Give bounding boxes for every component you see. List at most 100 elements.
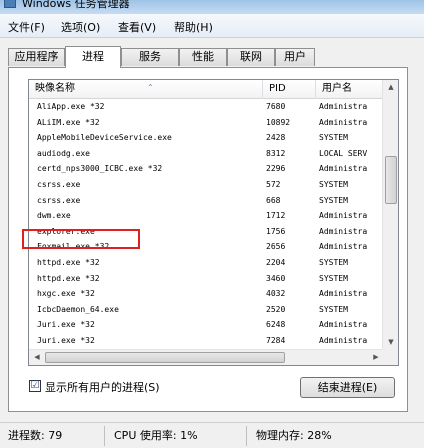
table-row[interactable]: explorer.exe 1756 Administra xyxy=(29,224,384,239)
tab-performance[interactable]: 性能 xyxy=(179,48,227,66)
process-pid: 572 xyxy=(266,180,281,189)
process-user: Administra xyxy=(319,320,368,330)
process-pid: 2656 xyxy=(266,242,286,252)
horizontal-scrollbar[interactable]: ◀ ▶ xyxy=(29,349,384,365)
process-name: csrss.exe xyxy=(37,195,81,205)
process-user: SYSTEM xyxy=(319,180,348,189)
table-row[interactable]: dwm.exe 1712 Administra xyxy=(29,208,384,223)
process-user: SYSTEM xyxy=(319,273,348,283)
table-row[interactable]: audiodg.exe 8312 LOCAL SERV xyxy=(29,146,384,161)
process-name: certd_nps3000_ICBC.exe *32 xyxy=(37,164,163,174)
table-row[interactable]: httpd.exe *32 3460 SYSTEM xyxy=(29,271,384,286)
process-name: dwm.exe xyxy=(37,211,71,221)
process-user: SYSTEM xyxy=(319,133,348,143)
column-pid[interactable]: PID xyxy=(263,80,316,99)
main-area: 应用程序 进程 服务 性能 联网 用户 映像名称 ⌃ PID 用户名 AliAp… xyxy=(0,38,424,422)
status-bar: 进程数: 79 CPU 使用率: 1% 物理内存: 28% xyxy=(0,422,424,448)
status-cpu-usage: CPU 使用率: 1% xyxy=(114,429,198,442)
process-user: Administra xyxy=(319,289,368,299)
scroll-down-icon[interactable]: ▼ xyxy=(384,335,398,350)
tab-processes[interactable]: 进程 xyxy=(65,46,121,68)
table-row[interactable]: csrss.exe 572 SYSTEM xyxy=(29,177,384,192)
vertical-scroll-thumb[interactable] xyxy=(385,156,397,204)
menu-view[interactable]: 查看(V) xyxy=(118,19,156,35)
process-pid: 2204 xyxy=(266,258,286,267)
process-user: Administra xyxy=(319,117,368,127)
process-pid: 7680 xyxy=(266,102,286,111)
process-pid: 10892 xyxy=(266,117,291,127)
table-row[interactable]: Foxmail.exe *32 2656 Administra xyxy=(29,239,384,254)
sort-arrow-icon: ⌃ xyxy=(147,83,154,92)
show-all-checkbox[interactable]: ☑ xyxy=(29,380,41,392)
menu-help[interactable]: 帮助(H) xyxy=(174,19,213,35)
scroll-right-icon[interactable]: ▶ xyxy=(369,350,383,365)
process-pid: 6248 xyxy=(266,320,286,330)
process-pid: 2520 xyxy=(266,304,286,314)
process-pid: 3460 xyxy=(266,273,286,283)
menu-file[interactable]: 文件(F) xyxy=(8,19,45,35)
process-name: hxgc.exe *32 xyxy=(37,289,95,299)
column-user-name[interactable]: 用户名 xyxy=(316,80,384,99)
process-name: httpd.exe *32 xyxy=(37,273,100,283)
tab-users[interactable]: 用户 xyxy=(275,48,315,66)
process-user: Administra xyxy=(319,226,368,236)
scroll-left-icon[interactable]: ◀ xyxy=(30,350,44,365)
table-row[interactable]: AppleMobileDeviceService.exe 2428 SYSTEM xyxy=(29,130,384,145)
menu-options[interactable]: 选项(O) xyxy=(61,19,100,35)
process-pid: 4032 xyxy=(266,289,286,299)
process-user: Administra xyxy=(319,211,368,221)
column-image-name-label: 映像名称 xyxy=(35,83,75,94)
menu-bar: 文件(F) 选项(O) 查看(V) 帮助(H) xyxy=(0,14,424,38)
process-pid: 668 xyxy=(266,195,281,205)
process-user: Administra xyxy=(319,336,368,345)
scroll-corner xyxy=(382,349,398,365)
horizontal-scroll-thumb[interactable] xyxy=(45,352,285,363)
process-name: Juri.exe *32 xyxy=(37,336,95,345)
vertical-scrollbar[interactable]: ▲ ▼ xyxy=(382,80,398,350)
status-memory-usage: 物理内存: 28% xyxy=(256,429,332,442)
process-user: Administra xyxy=(319,164,368,174)
title-bar: Windows 任务管理器 xyxy=(0,0,424,14)
table-row[interactable]: csrss.exe 668 SYSTEM xyxy=(29,193,384,208)
process-user: LOCAL SERV xyxy=(319,148,368,158)
process-list[interactable]: 映像名称 ⌃ PID 用户名 AliApp.exe *32 7680 Adminis… xyxy=(28,79,399,366)
table-row[interactable]: IcbcDaemon_64.exe 2520 SYSTEM xyxy=(29,302,384,317)
process-pid: 2428 xyxy=(266,133,286,143)
status-divider xyxy=(104,426,105,446)
show-all-label: 显示所有用户的进程(S) xyxy=(45,381,160,394)
process-name: Juri.exe *32 xyxy=(37,320,95,330)
table-row[interactable]: ALiIM.exe *32 10892 Administra xyxy=(29,115,384,130)
process-pid: 8312 xyxy=(266,148,286,158)
process-name: ALiIM.exe *32 xyxy=(37,117,100,127)
table-row[interactable]: AliApp.exe *32 7680 Administra xyxy=(29,99,384,114)
table-row[interactable]: Juri.exe *32 6248 Administra xyxy=(29,317,384,332)
process-pid: 1756 xyxy=(266,226,286,236)
process-user: SYSTEM xyxy=(319,258,348,267)
process-name: csrss.exe xyxy=(37,180,81,189)
table-row[interactable]: certd_nps3000_ICBC.exe *32 2296 Administra xyxy=(29,161,384,176)
process-name: httpd.exe *32 xyxy=(37,258,100,267)
tab-networking[interactable]: 联网 xyxy=(227,48,275,66)
tab-services[interactable]: 服务 xyxy=(121,48,179,66)
scroll-up-icon[interactable]: ▲ xyxy=(384,80,398,95)
tab-applications[interactable]: 应用程序 xyxy=(8,48,65,66)
column-image-name[interactable]: 映像名称 ⌃ xyxy=(29,80,263,99)
processes-panel: 映像名称 ⌃ PID 用户名 AliApp.exe *32 7680 Adminis… xyxy=(8,67,408,412)
table-row[interactable]: httpd.exe *32 2204 SYSTEM xyxy=(29,255,384,270)
status-process-count: 进程数: 79 xyxy=(8,429,63,442)
process-pid: 1712 xyxy=(266,211,286,221)
end-process-button[interactable]: 结束进程(E) xyxy=(300,377,395,398)
status-divider xyxy=(246,426,247,446)
process-name: Foxmail.exe *32 xyxy=(37,242,110,252)
list-header: 映像名称 ⌃ PID 用户名 xyxy=(29,80,384,99)
process-user: SYSTEM xyxy=(319,195,348,205)
task-manager-icon xyxy=(4,0,16,8)
process-user: Administra xyxy=(319,242,368,252)
table-row[interactable]: hxgc.exe *32 4032 Administra xyxy=(29,286,384,301)
table-row[interactable]: Juri.exe *32 7284 Administra xyxy=(29,333,384,348)
process-name: audiodg.exe xyxy=(37,148,90,158)
process-rows: AliApp.exe *32 7680 Administra ALiIM.exe *3… xyxy=(29,99,384,352)
process-user: Administra xyxy=(319,102,368,111)
process-name: IcbcDaemon_64.exe xyxy=(37,304,119,314)
process-name: AppleMobileDeviceService.exe xyxy=(37,133,172,143)
